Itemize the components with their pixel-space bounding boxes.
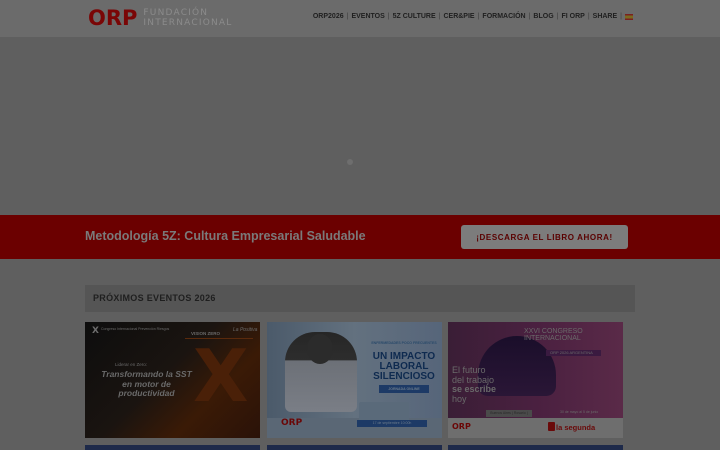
event-edition-pill: ORP 2026 ARGENTINA <box>546 350 601 356</box>
nav-item-5z-culture[interactable]: 5Z CULTURE <box>393 13 436 20</box>
big-x-graphic: X <box>193 334 249 418</box>
event-location: Buenos Aires | Rosario | Iguazú <box>486 410 532 422</box>
orp-card-logo: ORP <box>281 418 303 428</box>
event-card-liderar-en-zero[interactable]: X X Congreso Internacional Prevención Ri… <box>85 322 260 438</box>
congress-logo-text: Congreso Internacional Prevención Riesgo… <box>101 327 170 331</box>
divider <box>185 338 253 339</box>
logo-line-2: INTERNACIONAL <box>143 18 233 28</box>
slogan-bold: se escribe <box>452 384 497 394</box>
nav-item-share[interactable]: SHARE <box>593 13 618 20</box>
event-headline-line-1: XXVI CONGRESO <box>524 328 583 335</box>
nav-separator: | <box>346 13 349 20</box>
event-headline-line-2: INTERNACIONAL <box>524 335 581 342</box>
event-card-next-row[interactable] <box>448 445 623 450</box>
event-slogan: El futuro del trabajo se escribe hoy <box>452 365 532 404</box>
nav-separator: | <box>587 13 590 20</box>
event-dates: 30 de mayo al 5 de junio <box>560 410 599 414</box>
event-photo-head <box>307 334 333 364</box>
nav-separator: | <box>528 13 531 20</box>
orp-logo[interactable]: ORP FUNDACIÓN INTERNACIONAL <box>88 6 233 30</box>
orp-card-logo: ORP <box>452 422 471 431</box>
congress-x-logo: X <box>92 326 99 336</box>
event-title: UN IMPACTO LABORAL SILENCIOSO <box>372 351 436 382</box>
nav-item-orp2026[interactable]: ORP2026 <box>313 13 344 20</box>
event-card-next-row[interactable] <box>85 445 260 450</box>
nav-separator: | <box>477 13 480 20</box>
event-kicker: Liderar en Zero: <box>115 362 148 367</box>
logo-wordmark: FUNDACIÓN INTERNACIONAL <box>143 8 232 28</box>
nav-separator: | <box>556 13 559 20</box>
spain-flag-icon[interactable] <box>625 13 633 20</box>
nav-separator: | <box>620 13 622 20</box>
events-section-header: PRÓXIMOS EVENTOS 2026 <box>85 285 635 312</box>
nav-item-formacion[interactable]: FORMACIÓN <box>482 13 525 20</box>
main-nav: ORP2026 | EVENTOS | 5Z CULTURE | CER&PIE… <box>313 13 633 20</box>
site-header: ORP FUNDACIÓN INTERNACIONAL ORP2026 | EV… <box>0 0 720 37</box>
sponsor-logo: la segunda <box>556 423 596 432</box>
hero-slider <box>0 37 720 215</box>
events-section-title: PRÓXIMOS EVENTOS 2026 <box>93 293 216 303</box>
slogan-line-4: hoy <box>452 393 467 404</box>
event-kicker: ENFERMEDADES POCO FRECUENTES <box>371 341 437 345</box>
nav-item-eventos[interactable]: EVENTOS <box>351 13 384 20</box>
event-card-next-row[interactable] <box>267 445 442 450</box>
event-card-impacto-laboral[interactable]: ENFERMEDADES POCO FRECUENTES UN IMPACTO … <box>267 322 442 438</box>
sponsor-mark-icon <box>548 422 555 431</box>
book-promo-banner: Metodología 5Z: Cultura Empresarial Salu… <box>0 215 720 259</box>
nav-item-cer-pie[interactable]: CER&PIE <box>443 13 474 20</box>
loading-indicator <box>347 159 353 165</box>
event-title: Transformando la SST en motor de product… <box>101 369 192 398</box>
download-book-button[interactable]: ¡DESCARGA EL LIBRO AHORA! <box>461 225 628 249</box>
vision-zero-logo: VISION ZERO <box>191 331 221 336</box>
sponsor-logo: La Positiva <box>233 327 258 333</box>
event-card-congreso-2026[interactable]: XXVI CONGRESO INTERNACIONAL ORP 2026 ARG… <box>448 322 623 438</box>
banner-title: Metodología 5Z: Cultura Empresarial Salu… <box>85 229 366 243</box>
event-date: 17 de septiembre 10:00h <box>357 420 427 427</box>
nav-separator: | <box>438 13 441 20</box>
nav-item-fi-orp[interactable]: FI ORP <box>561 13 584 20</box>
nav-item-blog[interactable]: BLOG <box>533 13 553 20</box>
logo-line-1: FUNDACIÓN <box>143 8 209 18</box>
logo-mark: ORP <box>88 6 138 30</box>
nav-separator: | <box>387 13 390 20</box>
event-format-tag: JORNADA ONLINE <box>379 385 429 393</box>
card-footer <box>448 418 623 438</box>
